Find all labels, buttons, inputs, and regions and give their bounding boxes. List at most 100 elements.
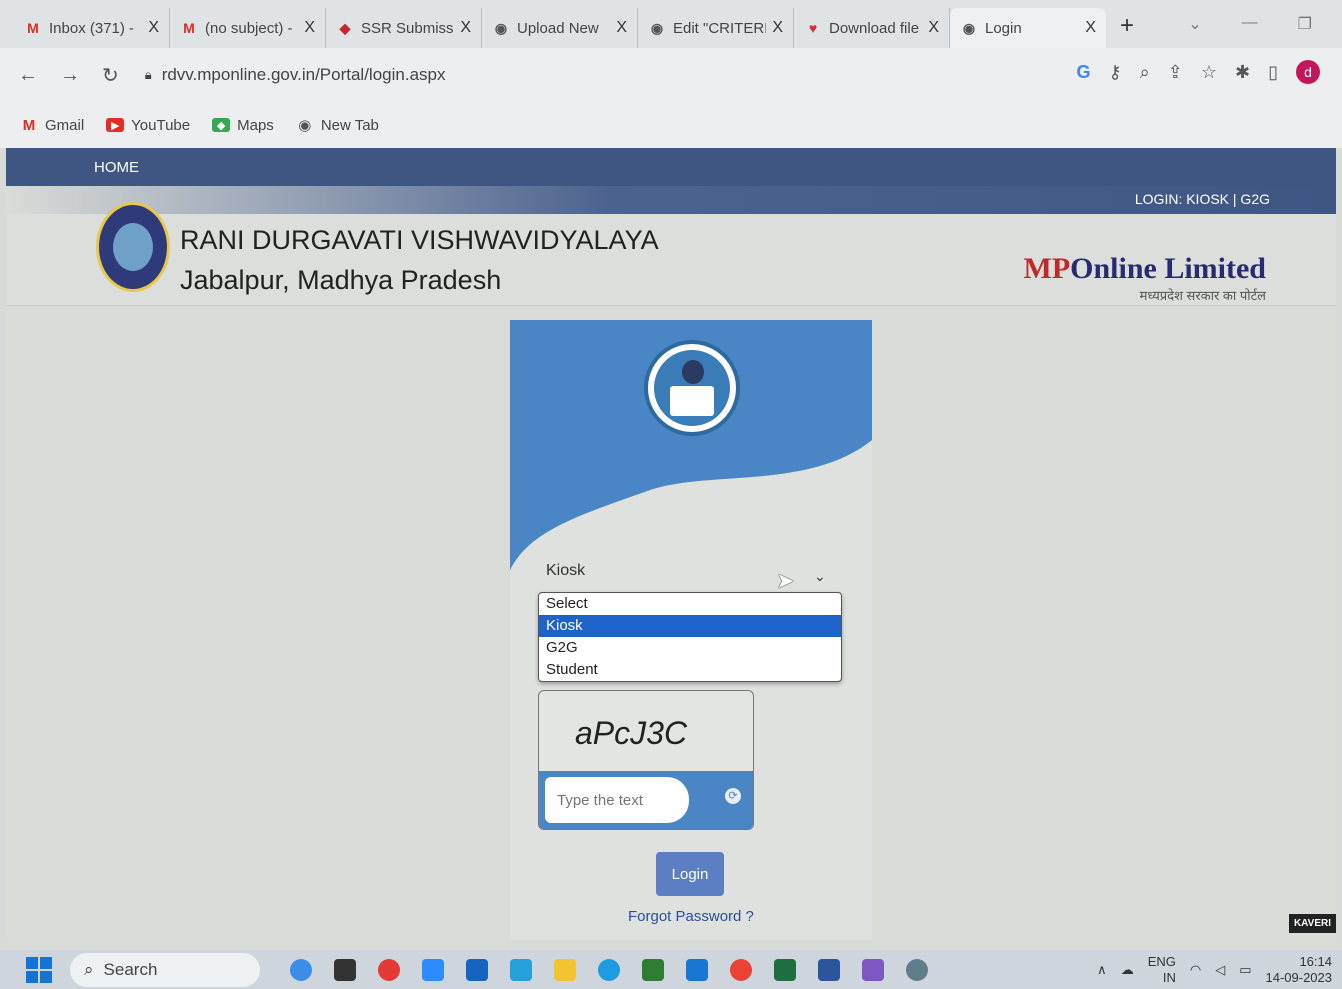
task-view-icon[interactable] <box>334 958 356 981</box>
windows-start-icon[interactable] <box>26 956 52 983</box>
extensions-icon[interactable]: ✱ <box>1235 62 1250 83</box>
tab-title: Download file <box>829 19 920 37</box>
tab-download[interactable]: ♥ Download file X <box>794 8 950 48</box>
bookmark-label: Gmail <box>45 116 85 134</box>
tab-title: Login <box>985 19 1022 37</box>
bookmark-new-tab[interactable]: ◉ New Tab <box>296 117 379 135</box>
app-icon[interactable] <box>510 958 532 981</box>
bookmark-youtube[interactable]: ▶ YouTube <box>106 117 190 134</box>
back-icon[interactable]: ← <box>18 64 38 87</box>
app-l-icon[interactable] <box>642 958 664 981</box>
chevron-down-icon[interactable]: ⌄ <box>814 568 826 585</box>
tab-title: SSR Submissi <box>361 19 455 37</box>
chevron-up-icon[interactable]: ∧ <box>1097 962 1107 978</box>
key-icon[interactable]: ⚷ <box>1108 62 1121 83</box>
bookmark-maps[interactable]: ◆ Maps <box>212 117 274 134</box>
tab-inbox[interactable]: M Inbox (371) - X <box>14 8 170 48</box>
tab-title: Inbox (371) - <box>49 19 135 37</box>
lang-indicator[interactable]: ENG IN <box>1148 954 1176 986</box>
close-icon[interactable]: X <box>616 19 627 37</box>
search-label: Search <box>103 959 158 979</box>
forgot-password-link[interactable]: Forgot Password ? <box>628 908 754 925</box>
forward-icon[interactable]: → <box>60 64 80 87</box>
close-icon[interactable]: X <box>928 19 939 37</box>
url-field[interactable]: 🔒︎ rdvv.mponline.gov.in/Portal/login.asp… <box>145 65 446 85</box>
sidepanel-icon[interactable]: ▯ <box>1268 62 1278 83</box>
chrome-icon[interactable] <box>730 958 752 981</box>
volume-icon[interactable]: ◁ <box>1215 962 1225 978</box>
pin-icon[interactable] <box>378 958 400 981</box>
ssr-icon: ◆ <box>339 19 351 36</box>
url-text: rdvv.mponline.gov.in/Portal/login.aspx <box>161 65 446 84</box>
system-tray: ∧ ☁ ENG IN ◠ ◁ ▭ 16:14 14-09-2023 <box>1097 954 1332 986</box>
option-select[interactable]: Select <box>539 593 841 615</box>
kaveri-badge: KAVERI <box>1288 914 1336 933</box>
bing-icon[interactable] <box>290 958 312 981</box>
edge-icon[interactable] <box>598 958 620 981</box>
globe-icon: ◉ <box>298 117 312 134</box>
excel-icon[interactable] <box>774 958 796 981</box>
tab-ssr[interactable]: ◆ SSR Submissi X <box>326 8 482 48</box>
restore-icon[interactable]: ❐ <box>1298 14 1312 34</box>
app-tool-icon[interactable] <box>862 958 884 981</box>
word-icon[interactable] <box>818 958 840 981</box>
share-icon[interactable]: ⇪ <box>1168 62 1183 83</box>
star-icon[interactable]: ☆ <box>1201 62 1217 83</box>
new-tab-button[interactable]: + <box>1120 12 1134 40</box>
gmail-icon: M <box>183 20 195 36</box>
clock-time: 16:14 <box>1299 954 1332 969</box>
close-icon[interactable]: X <box>304 19 315 37</box>
lock-icon: 🔒︎ <box>144 67 152 82</box>
close-icon[interactable]: X <box>460 19 471 37</box>
close-icon[interactable]: X <box>148 19 159 37</box>
zoom-icon[interactable]: ⌕ <box>1140 62 1150 83</box>
login-type-dropdown[interactable]: Select Kiosk G2G Student <box>538 592 842 682</box>
option-g2g[interactable]: G2G <box>539 637 841 659</box>
brand-mp: MP <box>1023 252 1071 285</box>
clock[interactable]: 16:14 14-09-2023 <box>1266 954 1333 986</box>
user-laptop-icon <box>644 340 740 436</box>
option-kiosk[interactable]: Kiosk <box>539 615 841 637</box>
chevron-down-icon[interactable]: ⌄ <box>1188 14 1201 34</box>
mail-icon[interactable] <box>466 958 488 981</box>
tab-edit-criteria[interactable]: ◉ Edit "CRITERI/ X <box>638 8 794 48</box>
nav-home-link[interactable]: HOME <box>94 159 139 176</box>
bookmark-gmail[interactable]: M Gmail <box>20 117 84 134</box>
option-student[interactable]: Student <box>539 659 841 681</box>
settings-icon[interactable] <box>906 958 928 981</box>
google-icon[interactable]: G <box>1076 62 1090 83</box>
tab-upload[interactable]: ◉ Upload New X <box>482 8 638 48</box>
tab-login[interactable]: ◉ Login X <box>950 8 1106 48</box>
close-icon[interactable]: X <box>1085 19 1096 37</box>
profile-avatar[interactable]: d <box>1296 60 1320 84</box>
refresh-icon[interactable]: ⟳ <box>725 788 741 804</box>
network-icon[interactable]: ☁ <box>1121 962 1134 978</box>
login-links[interactable]: LOGIN: KIOSK | G2G <box>1135 191 1270 207</box>
taskbar-search[interactable]: ⌕ Search <box>70 952 260 987</box>
globe-icon: ◉ <box>650 19 664 36</box>
university-name: RANI DURGAVATI VISHWAVIDYALAYA Jabalpur,… <box>180 220 659 300</box>
captcha-box: aPcJ3C ⟳ <box>538 690 754 830</box>
clock-date: 14-09-2023 <box>1265 970 1333 985</box>
login-type-select[interactable]: Kiosk <box>546 562 585 580</box>
folder-icon[interactable] <box>554 958 576 981</box>
reload-icon[interactable]: ↻ <box>102 63 119 88</box>
captcha-input[interactable] <box>545 777 689 823</box>
gmail-icon: M <box>27 20 39 36</box>
tab-title: (no subject) - <box>205 19 293 37</box>
lang-label: ENG <box>1147 954 1176 969</box>
login-button[interactable]: Login <box>656 852 724 896</box>
wifi-icon[interactable]: ◠ <box>1190 962 1201 978</box>
battery-icon[interactable]: ▭ <box>1239 962 1251 978</box>
search-icon: ⌕ <box>84 959 94 979</box>
tab-title: Upload New <box>517 19 599 37</box>
minimize-icon[interactable]: — <box>1242 14 1258 34</box>
close-icon[interactable]: X <box>772 19 783 37</box>
globe-icon: ◉ <box>494 19 508 36</box>
zoom-app-icon[interactable] <box>422 958 444 981</box>
windows-taskbar: ⌕ Search ∧ ☁ ENG IN ◠ ◁ ▭ 16:14 14-09-20… <box>0 950 1342 989</box>
mponline-logo: MPOnline Limited मध्यप्रदेश सरकार का पोर… <box>1024 252 1267 304</box>
globe-icon: ◉ <box>962 19 976 36</box>
app-blue-icon[interactable] <box>686 958 708 981</box>
tab-no-subject[interactable]: M (no subject) - X <box>170 8 326 48</box>
